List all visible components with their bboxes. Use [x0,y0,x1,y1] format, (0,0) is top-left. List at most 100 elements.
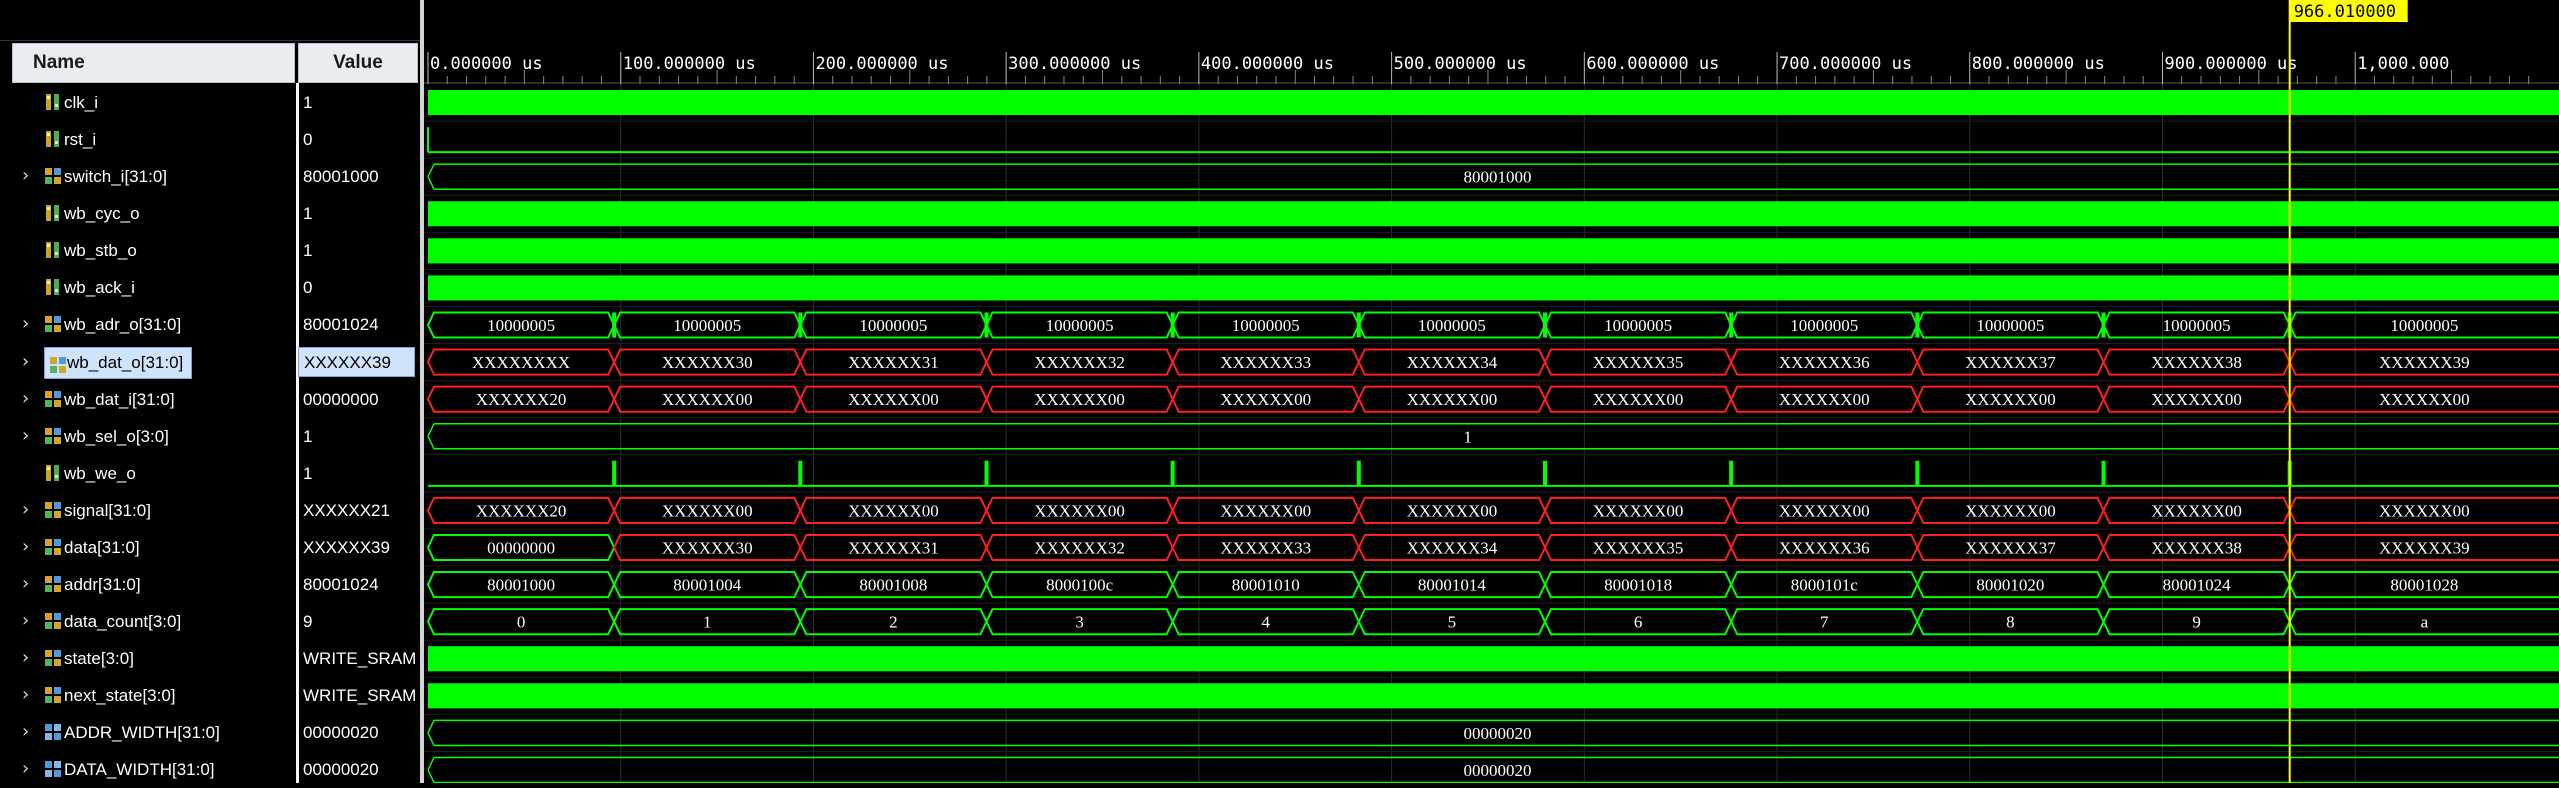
signal-row[interactable]: › state[3:0] WRITE_SRAM [0,640,420,677]
signal-name[interactable]: switch_i[31:0] [64,158,167,195]
signal-value: 9 [303,612,313,632]
bus-value-label: 9 [2192,613,2201,632]
bit-signal-icon [44,241,62,259]
name-column-header[interactable]: Name [12,43,295,83]
chevron-right-icon[interactable]: › [22,312,36,336]
signal-name[interactable]: next_state[3:0] [64,677,176,714]
signal-name[interactable]: wb_sel_o[3:0] [64,418,169,455]
signal-name[interactable]: state[3:0] [64,640,134,677]
signal-row[interactable]: › signal[31:0] XXXXXX21 [0,492,420,529]
signal-row[interactable]: › ADDR_WIDTH[31:0] 00000020 [0,714,420,751]
signal-row[interactable]: › next_state[3:0] WRITE_SRAM [0,677,420,714]
bus-value-label: XXXXXX30 [662,353,753,372]
bus-value-label: 10000005 [2163,316,2231,335]
signal-value: 0 [303,130,313,150]
signal-row[interactable]: rst_i 0 [0,121,420,158]
signal-row[interactable]: › switch_i[31:0] 80001000 [0,158,420,195]
signal-name[interactable]: clk_i [64,84,98,121]
bus-transition-marker [984,312,989,338]
ruler-tick-label: 600.000000 us [1586,54,1719,74]
param-signal-icon [44,723,62,741]
bus-signal-icon [44,427,62,445]
signal-name[interactable]: wb_dat_o[31:0] [44,346,193,379]
ruler-tick-label: 500.000000 us [1394,54,1527,74]
signal-value: WRITE_SRAM [303,649,417,669]
bus-value-label: XXXXXX00 [1593,501,1684,520]
chevron-right-icon[interactable]: › [22,757,36,781]
bus-value-label: XXXXXX30 [662,539,753,558]
signal-row[interactable]: › wb_dat_i[31:0] 00000000 [0,381,420,418]
bus-transition-marker [1543,312,1548,338]
bus-signal-icon [49,354,67,373]
signal-name[interactable]: data_count[3:0] [64,603,181,640]
chevron-right-icon[interactable]: › [22,350,36,374]
level-waveform [428,683,2559,709]
signal-name[interactable]: ADDR_WIDTH[31:0] [64,714,220,751]
bit-signal-icon [44,278,62,296]
bus-value-label: XXXXXX00 [662,501,753,520]
bus-value-label: XXXXXX00 [1034,501,1125,520]
bus-value-label: XXXXXX31 [848,539,939,558]
signal-name[interactable]: wb_stb_o [64,232,137,269]
waveform-pane[interactable]: 0.000000 us 100.000000 us 200.000000 us 300… [424,0,2559,783]
signal-row[interactable]: clk_i 1 [0,84,420,121]
write-enable-pulse [1915,460,1920,486]
signal-name[interactable]: wb_cyc_o [64,195,140,232]
chevron-right-icon[interactable]: › [22,683,36,707]
bus-value-label: 80001004 [673,576,742,595]
bus-value-label: 00000020 [1464,761,1532,780]
waveform-canvas[interactable]: 0.000000 us 100.000000 us 200.000000 us 300… [424,0,2559,783]
bus-value-label: XXXXXX34 [1407,353,1498,372]
chevron-right-icon[interactable]: › [22,609,36,633]
signal-name[interactable]: addr[31:0] [64,566,141,603]
signal-name[interactable]: wb_ack_i [64,269,135,306]
bus-value-label: 8 [2006,613,2015,632]
signal-name[interactable]: wb_dat_i[31:0] [64,381,175,418]
bus-value-label: a [2421,613,2429,632]
bit-signal-icon [44,93,62,111]
write-enable-pulse [798,460,803,486]
bus-value-label: 00000000 [487,539,555,558]
signal-row[interactable]: › data_count[3:0] 9 [0,603,420,640]
bus-value-label: XXXXXX00 [1593,390,1684,409]
signal-row[interactable]: › wb_dat_o[31:0] XXXXXX39 [0,344,420,381]
chevron-right-icon[interactable]: › [22,646,36,670]
chevron-right-icon[interactable]: › [22,720,36,744]
signal-name[interactable]: signal[31:0] [64,492,151,529]
signal-value: 80001000 [303,167,379,187]
bus-value-label: XXXXXX00 [662,390,753,409]
bus-value-label: 10000005 [1418,316,1486,335]
chevron-right-icon[interactable]: › [22,572,36,596]
bus-value-label: XXXXXX00 [1779,501,1870,520]
signal-row[interactable]: › wb_sel_o[3:0] 1 [0,418,420,455]
signal-row[interactable]: wb_ack_i 0 [0,269,420,306]
bus-value-label: XXXXXX00 [1779,390,1870,409]
bus-value-label: 80001020 [1976,576,2044,595]
signal-row[interactable]: › wb_adr_o[31:0] 80001024 [0,306,420,343]
bus-value-label: XXXXXX33 [1220,539,1311,558]
bus-value-label: 7 [1820,613,1829,632]
bus-transition-marker [1729,312,1734,338]
signal-row[interactable]: wb_we_o 1 [0,455,420,492]
signal-row[interactable]: wb_cyc_o 1 [0,195,420,232]
bus-value-label: 1 [703,613,712,632]
bus-value-label: 1 [1464,427,1473,446]
signal-row[interactable]: › data[31:0] XXXXXX39 [0,529,420,566]
chevron-right-icon[interactable]: › [22,498,36,522]
signal-row[interactable]: › addr[31:0] 80001024 [0,566,420,603]
chevron-right-icon[interactable]: › [22,387,36,411]
ruler-tick-label: 700.000000 us [1779,54,1912,74]
signal-name[interactable]: data[31:0] [64,529,140,566]
chevron-right-icon[interactable]: › [22,535,36,559]
bus-value-label: 5 [1448,613,1457,632]
write-enable-pulse [612,460,617,486]
signal-name[interactable]: wb_adr_o[31:0] [64,306,181,343]
bus-signal-icon [44,538,62,556]
chevron-right-icon[interactable]: › [22,164,36,188]
signal-row[interactable]: wb_stb_o 1 [0,232,420,269]
value-column-header[interactable]: Value [298,43,418,83]
signal-name[interactable]: wb_we_o [64,455,136,492]
signal-name[interactable]: rst_i [64,121,96,158]
chevron-right-icon[interactable]: › [22,424,36,448]
signal-value: 80001024 [303,575,379,595]
